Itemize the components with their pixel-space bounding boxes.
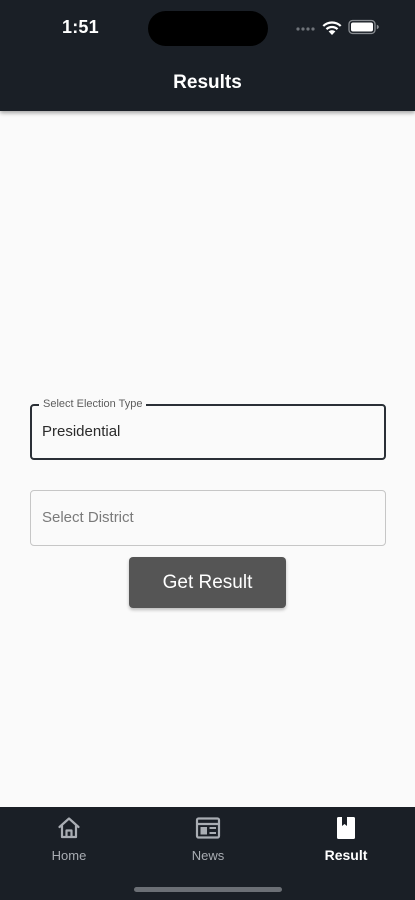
election-type-label: Select Election Type: [39, 398, 147, 411]
page-title: Results: [173, 72, 242, 93]
status-time: 1:51: [62, 17, 99, 37]
bottom-navigation: Home News Result: [0, 807, 415, 900]
nav-label-result: Result: [324, 847, 368, 863]
battery-icon: [348, 19, 379, 35]
nav-item-news[interactable]: News: [158, 815, 258, 867]
district-placeholder: Select District: [42, 509, 134, 526]
home-icon: [58, 817, 80, 839]
election-type-value: Presidential: [42, 423, 121, 440]
election-type-dropdown[interactable]: Select Election Type Presidential: [30, 398, 386, 460]
results-screen: 1:51 Results Select Election Type Presid…: [0, 0, 415, 900]
result-book-icon: [337, 817, 355, 839]
dynamic-island: [148, 11, 268, 46]
cellular-signal-icon: [296, 27, 315, 31]
get-result-button[interactable]: Get Result: [129, 557, 286, 608]
nav-item-result[interactable]: Result: [296, 815, 396, 867]
district-dropdown[interactable]: Select District: [30, 490, 386, 546]
nav-label-news: News: [191, 848, 225, 863]
home-indicator: [134, 887, 282, 892]
top-bar: 1:51 Results: [0, 0, 415, 111]
wifi-icon: [322, 21, 342, 35]
nav-label-home: Home: [51, 848, 87, 863]
newspaper-icon: [195, 817, 221, 839]
nav-item-home[interactable]: Home: [19, 815, 119, 867]
